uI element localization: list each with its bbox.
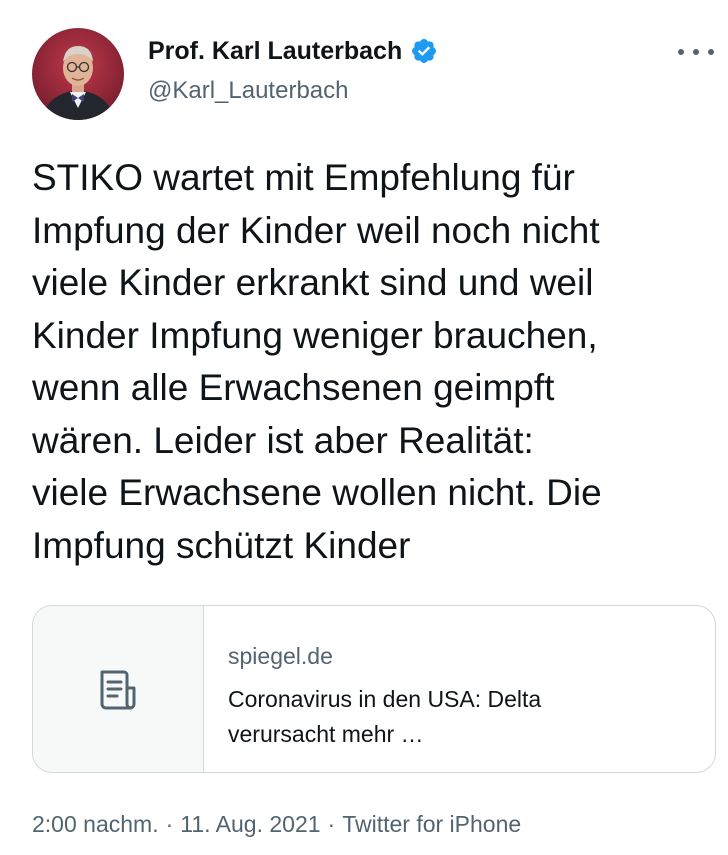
tweet-text-line: wenn alle Erwachsenen geimpft (32, 367, 555, 408)
tweet-meta: 2:00 nachm. · 11. Aug. 2021 · Twitter for iP… (32, 808, 521, 840)
link-card-thumbnail (33, 606, 204, 772)
more-options-icon[interactable] (678, 40, 714, 64)
author-handle[interactable]: @Karl_Lauterbach (148, 76, 348, 106)
article-icon (100, 670, 136, 710)
tweet-text-line: Kinder Impfung weniger brauchen, (32, 314, 598, 356)
tweet-text: STIKO wartet mit Empfehlung für Impfung … (32, 152, 722, 572)
tweet-time[interactable]: 2:00 nachm. (32, 811, 159, 837)
link-card-title-line: Coronavirus in den USA: Delta (228, 686, 542, 712)
link-card-title: Coronavirus in den USA: Delta verursacht… (228, 682, 648, 752)
link-card-title-line: verursacht mehr … (228, 721, 424, 747)
tweet-text-line: Impfung schützt Kinder (32, 524, 411, 566)
tweet-date[interactable]: 11. Aug. 2021 (180, 811, 320, 837)
tweet-text-line: wären. Leider ist aber Realität: (32, 419, 534, 461)
more-dot (708, 49, 714, 55)
more-dot (693, 49, 699, 55)
avatar-image (32, 28, 124, 120)
meta-separator: · (327, 811, 336, 837)
tweet: Prof. Karl Lauterbach @Karl_Lauterbach S… (0, 0, 728, 855)
tweet-text-line: viele Erwachsene wollen nicht. Die (32, 472, 602, 513)
avatar[interactable] (32, 28, 124, 120)
link-card-domain: spiegel.de (228, 643, 333, 669)
link-card[interactable]: spiegel.de Coronavirus in den USA: Delta… (32, 605, 716, 773)
tweet-text-line: Impfung der Kinder weil noch nicht (32, 209, 600, 251)
tweet-text-line: STIKO wartet mit Empfehlung für (32, 157, 575, 198)
tweet-source[interactable]: Twitter for iPhone (342, 811, 521, 837)
more-dot (678, 49, 684, 55)
link-card-body: spiegel.de Coronavirus in den USA: Delta… (204, 606, 715, 772)
author-name-row[interactable]: Prof. Karl Lauterbach (148, 36, 438, 66)
author-display-name[interactable]: Prof. Karl Lauterbach (148, 36, 402, 66)
meta-separator: · (165, 811, 174, 837)
tweet-text-line: viele Kinder erkrankt sind und weil (32, 262, 594, 303)
verified-badge-icon (410, 37, 438, 65)
